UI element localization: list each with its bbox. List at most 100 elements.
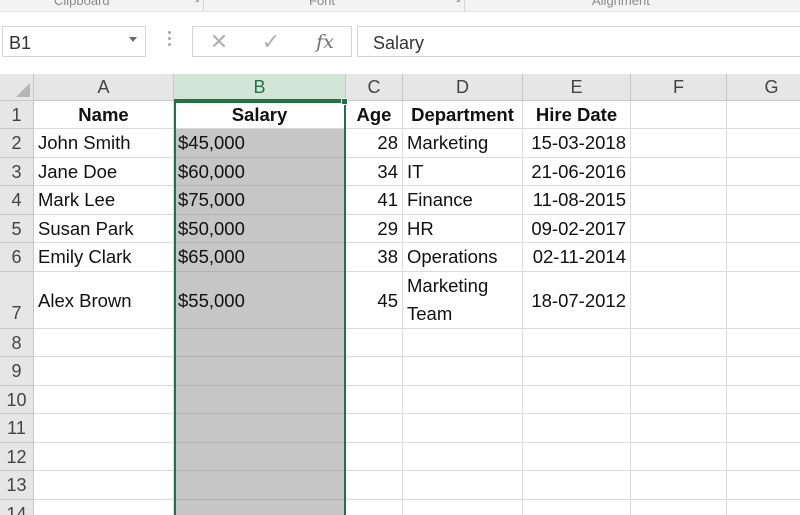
cell-c3[interactable]: 34 [346, 158, 403, 186]
cell-a3[interactable]: Jane Doe [34, 158, 174, 186]
cell-f1[interactable] [631, 101, 727, 129]
cell-d5[interactable]: HR [403, 215, 523, 243]
column-header-a[interactable]: A [34, 74, 174, 101]
cell-e5[interactable]: 09-02-2017 [523, 215, 631, 243]
cell-g6[interactable] [727, 243, 800, 272]
cell-f13[interactable] [631, 471, 727, 500]
cell-g7[interactable] [727, 272, 800, 329]
cell-e2[interactable]: 15-03-2018 [523, 129, 631, 158]
cell-e13[interactable] [523, 471, 631, 500]
cell-g9[interactable] [727, 357, 800, 386]
cell-g12[interactable] [727, 443, 800, 471]
cell-d11[interactable] [403, 414, 523, 443]
cell-d4[interactable]: Finance [403, 186, 523, 215]
cell-d3[interactable]: IT [403, 158, 523, 186]
cell-a9[interactable] [34, 357, 174, 386]
cell-f7[interactable] [631, 272, 727, 329]
cell-g11[interactable] [727, 414, 800, 443]
row-header-1[interactable]: 1 [0, 101, 34, 129]
fill-handle[interactable] [341, 98, 348, 105]
cell-c11[interactable] [346, 414, 403, 443]
cell-g14[interactable] [727, 500, 800, 515]
cell-d7[interactable]: Marketing Team [403, 272, 523, 329]
cell-b7[interactable]: $55,000 [174, 272, 346, 329]
name-box[interactable]: B1 [2, 26, 146, 57]
column-header-d[interactable]: D [403, 74, 523, 101]
cell-d1[interactable]: Department [403, 101, 523, 129]
cell-a11[interactable] [34, 414, 174, 443]
cell-c14[interactable] [346, 500, 403, 515]
cell-d12[interactable] [403, 443, 523, 471]
clipboard-launcher-icon[interactable]: ↘ [191, 0, 200, 5]
cell-b4[interactable]: $75,000 [174, 186, 346, 215]
cell-a10[interactable] [34, 386, 174, 414]
cell-b9[interactable] [174, 357, 346, 386]
cell-e1[interactable]: Hire Date [523, 101, 631, 129]
cell-d10[interactable] [403, 386, 523, 414]
row-header-6[interactable]: 6 [0, 243, 34, 272]
cell-d2[interactable]: Marketing [403, 129, 523, 158]
cell-c13[interactable] [346, 471, 403, 500]
cell-f2[interactable] [631, 129, 727, 158]
cell-e4[interactable]: 11-08-2015 [523, 186, 631, 215]
cell-f11[interactable] [631, 414, 727, 443]
cell-a14[interactable] [34, 500, 174, 515]
cell-c2[interactable]: 28 [346, 129, 403, 158]
row-header-4[interactable]: 4 [0, 186, 34, 215]
select-all-button[interactable] [0, 74, 34, 101]
cell-b1[interactable]: Salary [174, 101, 346, 129]
cell-g10[interactable] [727, 386, 800, 414]
cell-a4[interactable]: Mark Lee [34, 186, 174, 215]
cell-f3[interactable] [631, 158, 727, 186]
cell-e11[interactable] [523, 414, 631, 443]
cell-c8[interactable] [346, 329, 403, 357]
insert-function-icon[interactable]: fx [311, 29, 339, 55]
row-header-2[interactable]: 2 [0, 129, 34, 158]
cell-a13[interactable] [34, 471, 174, 500]
cell-d13[interactable] [403, 471, 523, 500]
cell-f14[interactable] [631, 500, 727, 515]
cell-g3[interactable] [727, 158, 800, 186]
cell-a6[interactable]: Emily Clark [34, 243, 174, 272]
cell-b10[interactable] [174, 386, 346, 414]
cell-c5[interactable]: 29 [346, 215, 403, 243]
row-header-3[interactable]: 3 [0, 158, 34, 186]
cell-e7[interactable]: 18-07-2012 [523, 272, 631, 329]
cell-d6[interactable]: Operations [403, 243, 523, 272]
cell-f5[interactable] [631, 215, 727, 243]
cell-g1[interactable] [727, 101, 800, 129]
resize-handle-icon[interactable] [168, 31, 171, 51]
column-header-g[interactable]: G [727, 74, 800, 101]
cell-g2[interactable] [727, 129, 800, 158]
cell-e12[interactable] [523, 443, 631, 471]
cell-e6[interactable]: 02-11-2014 [523, 243, 631, 272]
cell-c9[interactable] [346, 357, 403, 386]
cell-a5[interactable]: Susan Park [34, 215, 174, 243]
cell-e8[interactable] [523, 329, 631, 357]
cell-f4[interactable] [631, 186, 727, 215]
cell-g4[interactable] [727, 186, 800, 215]
cell-c7[interactable]: 45 [346, 272, 403, 329]
cell-b2[interactable]: $45,000 [174, 129, 346, 158]
row-header-8[interactable]: 8 [0, 329, 34, 357]
cell-b11[interactable] [174, 414, 346, 443]
cell-a2[interactable]: John Smith [34, 129, 174, 158]
cell-b12[interactable] [174, 443, 346, 471]
column-header-c[interactable]: C [346, 74, 403, 101]
formula-input[interactable]: Salary [357, 26, 800, 57]
cell-a12[interactable] [34, 443, 174, 471]
cell-c4[interactable]: 41 [346, 186, 403, 215]
cell-g5[interactable] [727, 215, 800, 243]
cell-f6[interactable] [631, 243, 727, 272]
cell-b5[interactable]: $50,000 [174, 215, 346, 243]
cell-e3[interactable]: 21-06-2016 [523, 158, 631, 186]
cell-b13[interactable] [174, 471, 346, 500]
cell-f10[interactable] [631, 386, 727, 414]
cell-d9[interactable] [403, 357, 523, 386]
cell-b6[interactable]: $65,000 [174, 243, 346, 272]
cell-a7[interactable]: Alex Brown [34, 272, 174, 329]
row-header-14[interactable]: 14 [0, 500, 34, 515]
cell-g13[interactable] [727, 471, 800, 500]
row-header-5[interactable]: 5 [0, 215, 34, 243]
cell-g8[interactable] [727, 329, 800, 357]
